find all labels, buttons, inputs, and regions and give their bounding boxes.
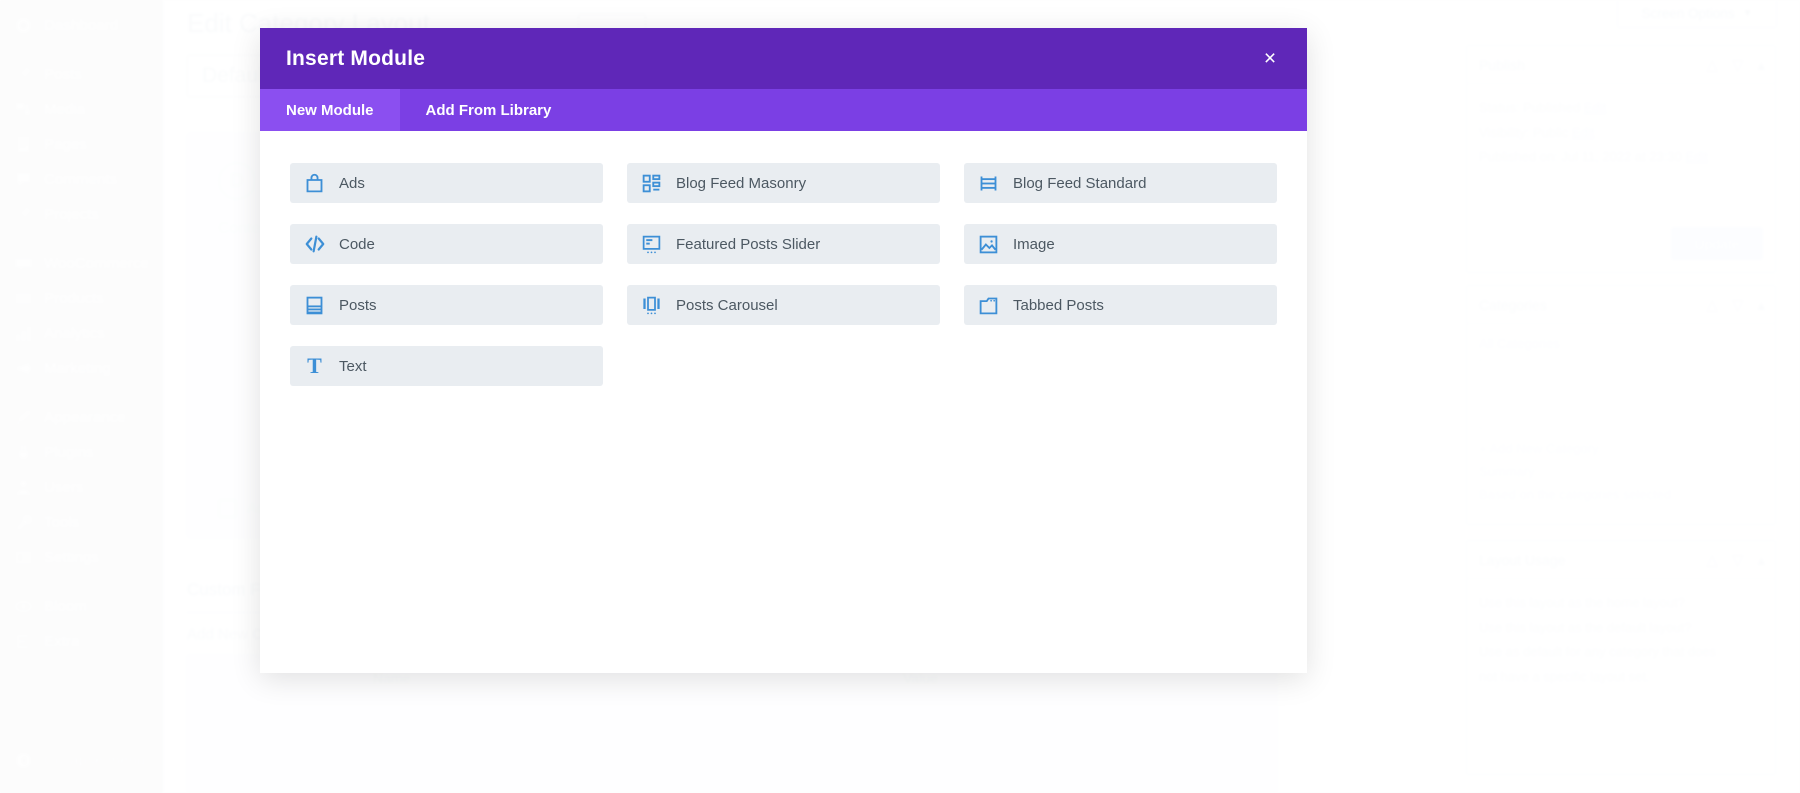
module-item-blog-feed-masonry[interactable]: Blog Feed Masonry bbox=[627, 163, 940, 203]
bag-icon bbox=[303, 172, 326, 195]
module-label: Ads bbox=[339, 174, 365, 192]
modal-header: Insert Module × bbox=[260, 28, 1307, 89]
modal-body: Ads Blog Feed Masonry Blog Feed Standard bbox=[260, 131, 1307, 673]
text-t-glyph: T bbox=[307, 353, 322, 378]
module-label: Code bbox=[339, 235, 375, 253]
module-item-posts[interactable]: Posts bbox=[290, 285, 603, 325]
module-item-featured-posts-slider[interactable]: Featured Posts Slider bbox=[627, 224, 940, 264]
module-label: Image bbox=[1013, 235, 1055, 253]
module-label: Posts Carousel bbox=[676, 296, 778, 314]
slider-icon bbox=[640, 233, 663, 256]
posts-icon bbox=[303, 294, 326, 317]
module-label: Text bbox=[339, 357, 367, 375]
close-icon[interactable]: × bbox=[1255, 44, 1285, 74]
tab-add-from-library[interactable]: Add From Library bbox=[400, 89, 578, 131]
modal-tabs: New Module Add From Library bbox=[260, 89, 1307, 131]
tab-new-module[interactable]: New Module bbox=[260, 89, 400, 131]
module-label: Blog Feed Masonry bbox=[676, 174, 807, 192]
module-item-code[interactable]: Code bbox=[290, 224, 603, 264]
tabbed-window-icon bbox=[977, 294, 1000, 317]
carousel-icon bbox=[640, 294, 663, 317]
module-item-ads[interactable]: Ads bbox=[290, 163, 603, 203]
insert-module-modal: Insert Module × New Module Add From Libr… bbox=[260, 28, 1307, 673]
list-rows-icon bbox=[977, 172, 1000, 195]
module-item-posts-carousel[interactable]: Posts Carousel bbox=[627, 285, 940, 325]
module-label: Tabbed Posts bbox=[1013, 296, 1104, 314]
text-t-icon: T bbox=[303, 355, 326, 378]
module-label: Posts bbox=[339, 296, 377, 314]
module-item-tabbed-posts[interactable]: Tabbed Posts bbox=[964, 285, 1277, 325]
screen-root: Screen Options ▼ Edit Category Layout De… bbox=[0, 0, 1800, 793]
module-label: Featured Posts Slider bbox=[676, 235, 821, 253]
image-icon bbox=[977, 233, 1000, 256]
code-brackets-icon bbox=[303, 233, 326, 256]
module-item-text[interactable]: T Text bbox=[290, 346, 603, 386]
module-label: Blog Feed Standard bbox=[1013, 174, 1147, 192]
masonry-grid-icon bbox=[640, 172, 663, 195]
modal-title: Insert Module bbox=[286, 46, 426, 70]
module-item-image[interactable]: Image bbox=[964, 224, 1277, 264]
module-item-blog-feed-standard[interactable]: Blog Feed Standard bbox=[964, 163, 1277, 203]
module-grid: Ads Blog Feed Masonry Blog Feed Standard bbox=[290, 163, 1277, 386]
